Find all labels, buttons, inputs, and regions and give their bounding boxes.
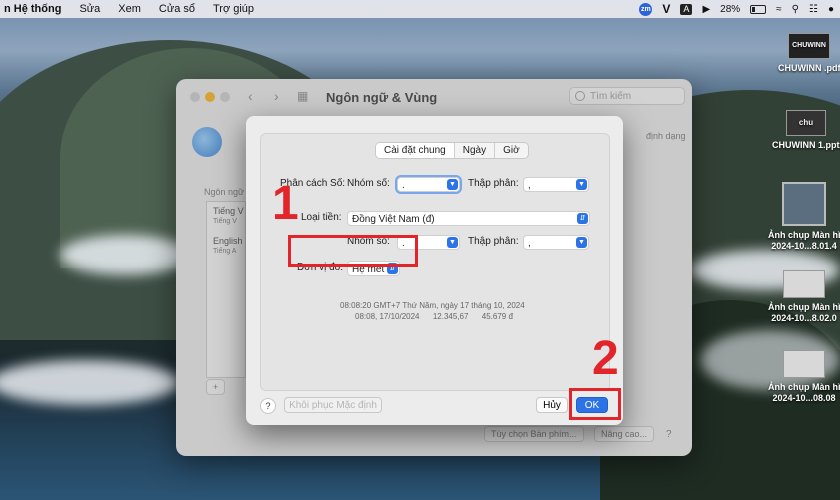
tab-time[interactable]: Giờ <box>494 143 528 158</box>
tab-general[interactable]: Cài đặt chung <box>376 143 454 158</box>
file-thumbnail <box>782 182 826 226</box>
step-2-label: 2 <box>592 332 619 385</box>
desktop-file-screenshot[interactable]: Ảnh chụp Màn hì 2024-10...08.08 <box>768 350 840 404</box>
tab-control: Cài đặt chung Ngày Giờ <box>375 142 529 159</box>
play-icon[interactable]: ▶ <box>702 4 710 15</box>
file-thumbnail <box>783 350 825 378</box>
file-thumbnail: CHUWINN <box>788 33 830 59</box>
cancel-button[interactable]: Hủy <box>536 397 568 413</box>
file-name-line2: 2024-10...8.01.4 <box>771 241 837 251</box>
battery-icon[interactable] <box>750 4 767 14</box>
menu-help[interactable]: Trợ giúp <box>213 3 254 15</box>
desktop-file-screenshot[interactable]: Ảnh chụp Màn hì 2024-10...8.01.4 <box>768 182 840 252</box>
file-name: CHUWINN 1.pptx <box>772 140 840 150</box>
grouping-select[interactable]: . ▼ <box>395 175 462 194</box>
decimal-value: , <box>528 180 531 191</box>
wifi-icon[interactable]: ≈ <box>776 4 782 15</box>
control-center-icon[interactable]: ☷ <box>809 4 818 15</box>
currency-decimal-value: , <box>528 238 531 249</box>
highlight-ok <box>569 388 621 420</box>
grouping-value: . <box>402 180 405 191</box>
chevron-updown-icon: ▼ <box>576 179 587 190</box>
file-thumbnail: chu <box>786 110 826 136</box>
menu-view[interactable]: Xem <box>118 3 141 15</box>
decimal-label: Thập phân: <box>468 178 519 189</box>
battery-percent: 28% <box>720 3 741 15</box>
cloud <box>0 360 180 405</box>
file-name-line2: 2024-10...8.02.0 <box>771 313 837 323</box>
file-name-line1: Ảnh chụp Màn hì <box>768 382 840 392</box>
advanced-settings-sheet: Cài đặt chung Ngày Giờ Phân cách Số: Nhó… <box>246 116 623 425</box>
desktop-file-pdf[interactable]: CHUWINN CHUWINN .pdf <box>778 33 840 74</box>
format-preview-line2: 08:08, 17/10/2024 12.345,67 45.679 đ <box>355 312 513 321</box>
highlight-measurement <box>288 235 418 267</box>
chevron-updown-icon: ⇵ <box>577 213 588 224</box>
file-name-line1: Ảnh chụp Màn hì <box>768 302 840 312</box>
status-tray: zm V A ▶ 28% ≈ ⚲ ☷ ● <box>639 0 834 18</box>
currency-decimal-select[interactable]: , ▼ <box>523 235 589 250</box>
menu-window[interactable]: Cửa sổ <box>159 3 195 15</box>
decimal-select[interactable]: , ▼ <box>523 177 589 192</box>
desktop-file-screenshot[interactable]: Ảnh chụp Màn hì 2024-10...8.02.0 <box>768 270 840 324</box>
menu-edit[interactable]: Sửa <box>79 3 100 15</box>
currency-value: Đồng Việt Nam (đ) <box>352 214 435 225</box>
chevron-down-icon: ▼ <box>447 237 458 248</box>
chevron-down-icon: ▼ <box>576 237 587 248</box>
v-app-icon[interactable]: V <box>662 2 670 16</box>
currency-select[interactable]: Đồng Việt Nam (đ) ⇵ <box>347 211 590 226</box>
menu-app-name[interactable]: n Hệ thống <box>4 3 61 15</box>
siri-icon[interactable]: ● <box>828 4 834 15</box>
cloud <box>60 235 190 275</box>
zoom-icon[interactable]: zm <box>639 2 653 16</box>
currency-label: Loại tiền: <box>301 212 342 223</box>
input-source-icon[interactable]: A <box>680 3 693 15</box>
spotlight-icon[interactable]: ⚲ <box>792 4 799 15</box>
step-1-label: 1 <box>272 177 299 230</box>
currency-decimal-label: Thập phân: <box>468 236 519 247</box>
menu-bar: n Hệ thống Sửa Xem Cửa sổ Trợ giúp zm V … <box>0 0 840 18</box>
desktop-file-pptx[interactable]: chu CHUWINN 1.pptx <box>772 110 840 151</box>
chevron-updown-icon: ▼ <box>447 179 458 190</box>
format-preview-line1: 08:08:20 GMT+7 Thứ Năm, ngày 17 tháng 10… <box>340 301 525 310</box>
restore-defaults-button[interactable]: Khôi phục Mặc định <box>284 397 382 413</box>
tab-date[interactable]: Ngày <box>453 143 494 158</box>
grouping-label: Nhóm số: <box>347 178 390 189</box>
file-name-line1: Ảnh chụp Màn hì <box>768 230 840 240</box>
help-button[interactable]: ? <box>260 398 276 414</box>
file-name-line2: 2024-10...08.08 <box>772 393 836 403</box>
file-thumbnail <box>783 270 825 298</box>
file-name: CHUWINN .pdf <box>778 63 840 73</box>
